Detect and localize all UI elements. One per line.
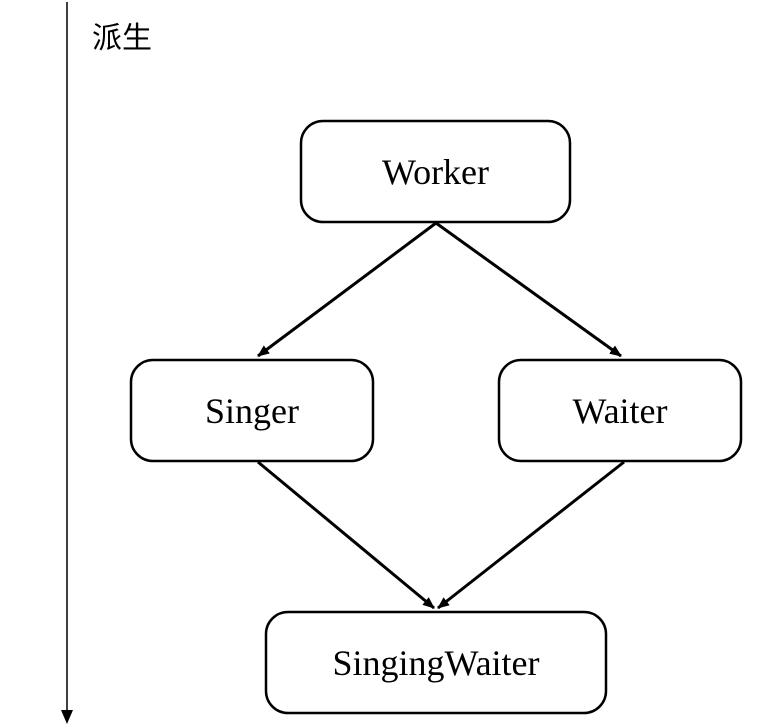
- node-singing-waiter-label: SingingWaiter: [332, 643, 539, 683]
- edge-worker-singer: [257, 221, 437, 358]
- inheritance-diagram: 派生 Worker Singer Waiter SingingWaiter: [61, 2, 743, 724]
- node-singer: Singer: [129, 358, 375, 463]
- node-worker-label: Worker: [382, 152, 489, 192]
- node-waiter: Waiter: [497, 358, 743, 463]
- edge-waiter-singingwaiter: [437, 460, 625, 610]
- axis-arrow-icon: [61, 710, 73, 724]
- edge-worker-waiter: [435, 221, 622, 358]
- derivation-axis: 派生: [61, 2, 152, 724]
- node-waiter-label: Waiter: [572, 391, 667, 431]
- node-singer-label: Singer: [205, 391, 299, 431]
- axis-label: 派生: [92, 21, 152, 56]
- node-singing-waiter: SingingWaiter: [264, 610, 608, 715]
- node-worker: Worker: [299, 119, 572, 224]
- edge-singer-singingwaiter: [257, 460, 435, 610]
